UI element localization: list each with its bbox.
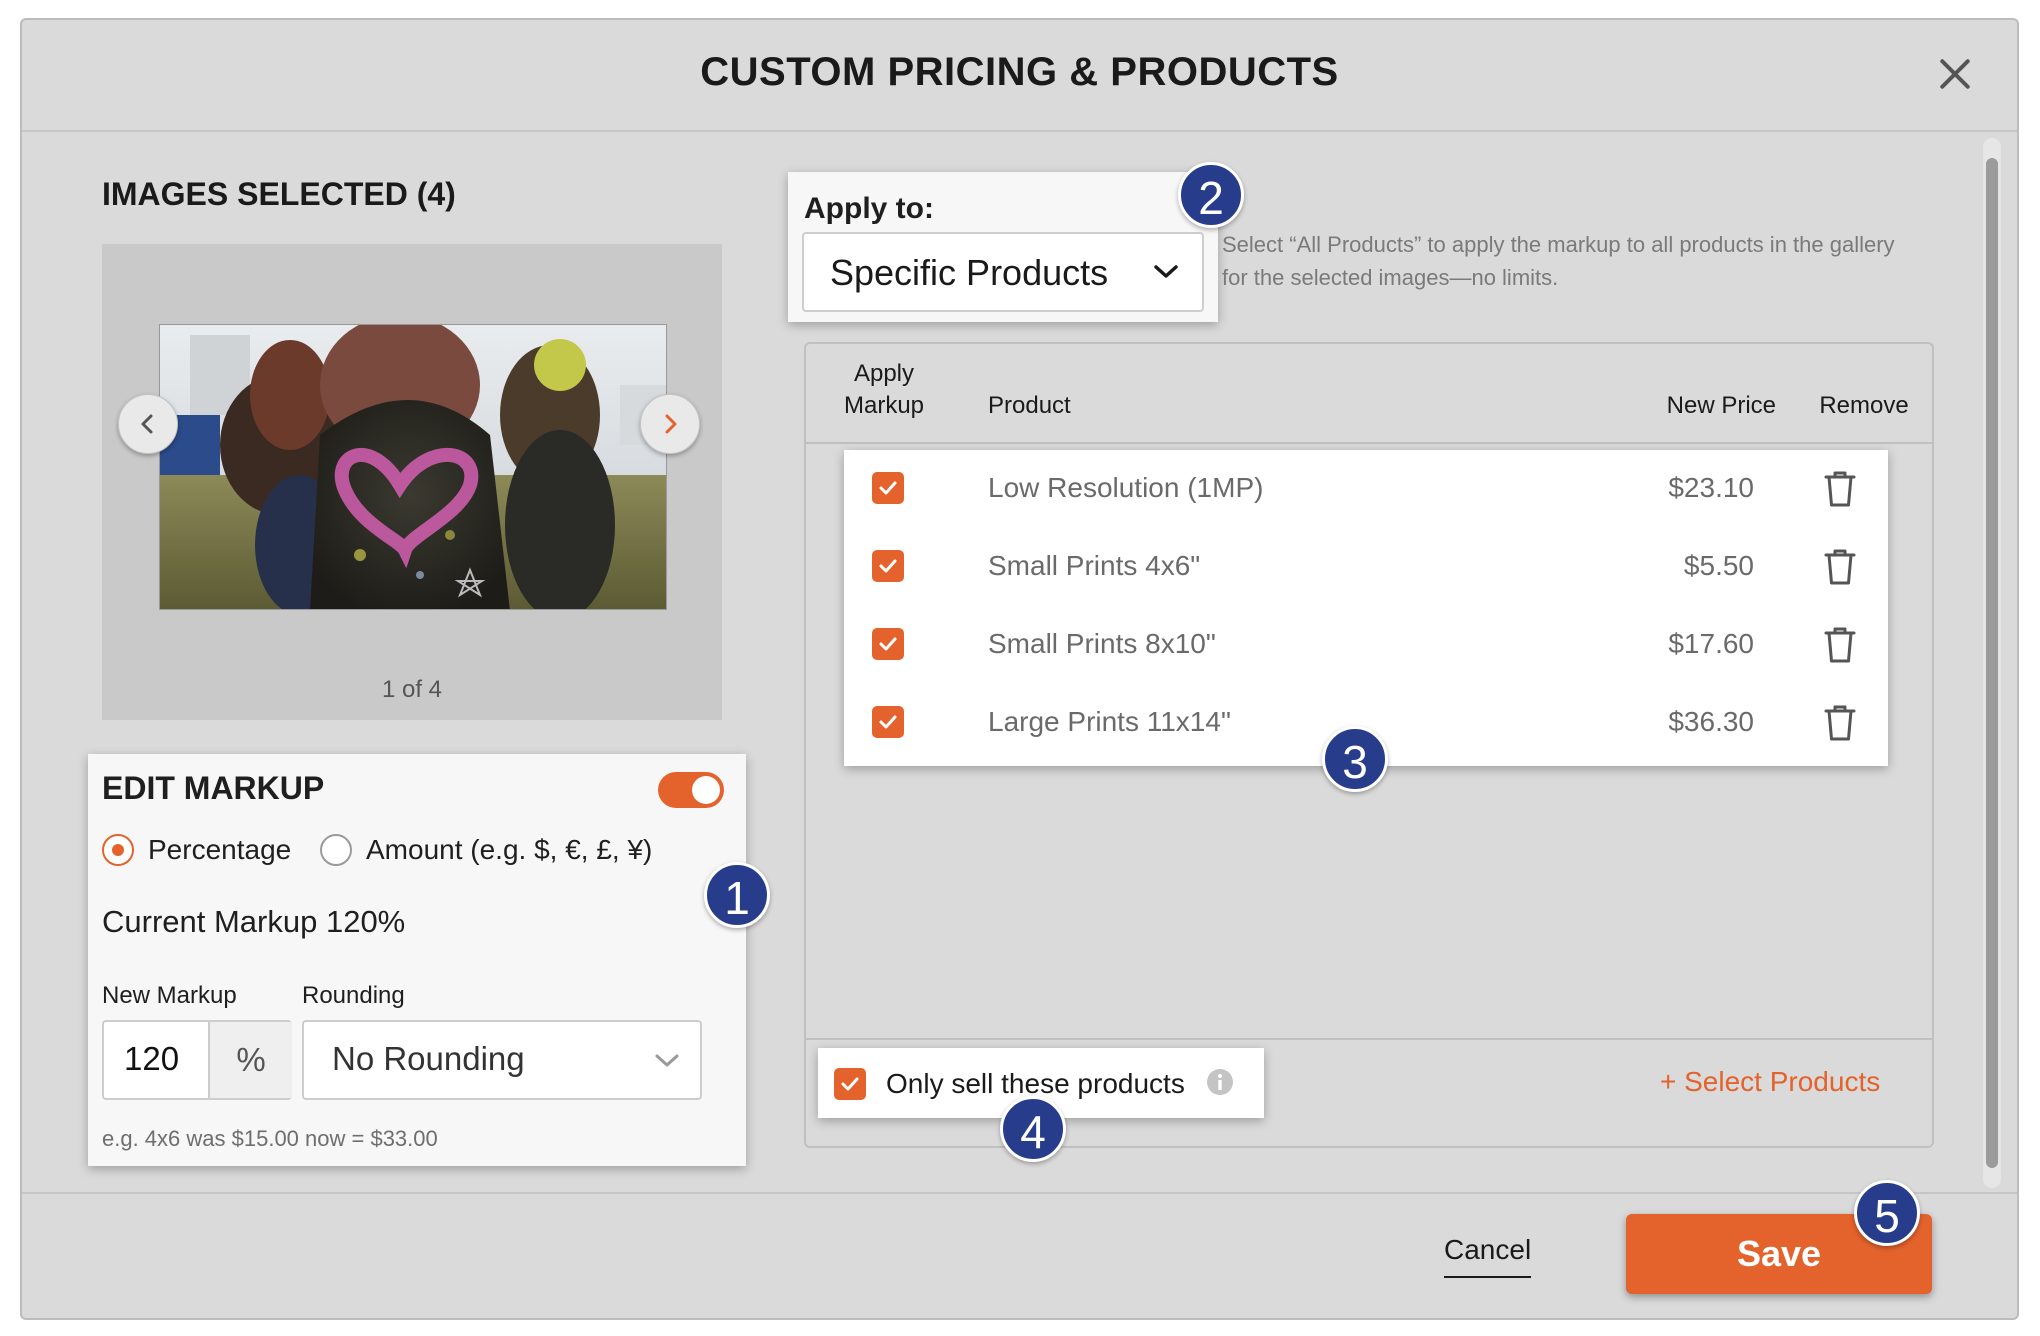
cancel-button[interactable]: Cancel [1444,1234,1532,1278]
percent-unit-addon: % [208,1022,292,1098]
table-row: Low Resolution (1MP) $23.10 [844,450,1888,528]
product-name: Large Prints 11x14" [988,706,1231,737]
dialog-title: CUSTOM PRICING & PRODUCTS [700,50,1339,94]
callout-badge-4: 4 [1000,1096,1066,1162]
edit-markup-toggle[interactable] [658,772,724,808]
product-name: Small Prints 4x6" [988,550,1201,581]
info-icon[interactable] [1206,1068,1234,1096]
apply-to-value: Specific Products [830,252,1109,293]
radio-amount[interactable] [320,834,352,866]
check-icon [879,637,897,651]
edit-markup-heading: EDIT MARKUP [102,770,325,806]
column-remove: Remove [1819,392,1909,419]
product-price: $23.10 [1668,472,1754,503]
callout-badge-2: 2 [1178,162,1244,228]
product-name: Small Prints 8x10" [988,628,1216,659]
trash-icon[interactable] [1822,626,1858,664]
apply-markup-checkbox[interactable] [872,706,904,738]
images-selected-heading: IMAGES SELECTED (4) [102,176,456,212]
new-markup-input[interactable]: 120 % [102,1020,292,1100]
apply-markup-checkbox[interactable] [872,472,904,504]
products-list: Low Resolution (1MP) $23.10 Small Prints… [844,450,1888,766]
radio-percentage-label: Percentage [148,834,292,865]
trash-icon[interactable] [1822,470,1858,508]
selected-photo [159,324,667,610]
apply-to-select[interactable]: Specific Products [802,232,1204,312]
chevron-down-icon [1154,265,1178,278]
dialog-footer: Cancel Save [22,1192,2017,1318]
table-row: Small Prints 4x6" $5.50 [844,528,1888,606]
check-icon [879,715,897,729]
scrollbar-thumb[interactable] [1986,158,1998,1168]
custom-pricing-dialog: CUSTOM PRICING & PRODUCTS IMAGES SELECTE… [20,18,2019,1320]
chevron-right-icon [665,414,677,434]
new-markup-value: 120 [124,1040,180,1077]
only-sell-checkbox[interactable] [834,1068,866,1100]
previous-image-button[interactable] [118,394,178,454]
product-name: Low Resolution (1MP) [988,472,1264,503]
radio-amount-option[interactable]: Amount (e.g. $, €, £, ¥) [320,834,652,866]
current-markup-text: Current Markup 120% [102,904,406,939]
column-new-price: New Price [1666,392,1776,419]
product-price: $36.30 [1668,706,1754,737]
callout-badge-1: 1 [704,862,770,928]
chevron-down-icon [655,1054,679,1067]
radio-amount-label: Amount (e.g. $, €, £, ¥) [366,834,653,865]
radio-percentage-option[interactable]: Percentage [102,834,291,866]
markup-example-text: e.g. 4x6 was $15.00 now = $33.00 [102,1126,438,1151]
close-icon[interactable] [1935,54,1975,94]
edit-markup-card: EDIT MARKUP Percentage Amount (e.g. $, €… [88,754,746,1166]
radio-percentage[interactable] [102,834,134,866]
next-image-button[interactable] [640,394,700,454]
vertical-scrollbar[interactable] [1983,138,2001,1188]
table-row: Small Prints 8x10" $17.60 [844,606,1888,684]
trash-icon[interactable] [1822,548,1858,586]
column-apply-markup-line2: Markup [843,392,925,419]
image-counter: 1 of 4 [381,676,443,703]
rounding-value: No Rounding [332,1040,525,1077]
select-products-link[interactable]: + Select Products [1660,1066,1880,1098]
apply-to-hint: Select “All Products” to apply the marku… [1222,232,1895,290]
image-carousel: 1 of 4 [102,244,722,720]
product-price: $5.50 [1683,550,1754,581]
check-icon [841,1077,859,1091]
column-product: Product [988,392,1071,419]
chevron-left-icon [141,414,153,434]
rounding-label: Rounding [302,982,405,1009]
product-price: $17.60 [1668,628,1754,659]
check-icon [879,481,897,495]
apply-to-card: Apply to: Specific Products [788,172,1218,322]
apply-markup-checkbox[interactable] [872,550,904,582]
callout-badge-3: 3 [1322,726,1388,792]
apply-markup-checkbox[interactable] [872,628,904,660]
festival-photo-image [160,325,666,609]
check-icon [879,559,897,573]
callout-badge-5: 5 [1854,1180,1920,1246]
rounding-select[interactable]: No Rounding [302,1020,702,1100]
trash-icon[interactable] [1822,704,1858,742]
percent-unit: % [236,1041,266,1078]
products-table-header: Apply Markup Product New Price Remove [806,344,1932,444]
dialog-header: CUSTOM PRICING & PRODUCTS [22,20,2017,132]
new-markup-label: New Markup [102,982,237,1009]
column-apply-markup-line1: Apply [853,360,915,387]
table-footer-divider [806,1038,1932,1040]
apply-to-label: Apply to: [804,192,934,225]
